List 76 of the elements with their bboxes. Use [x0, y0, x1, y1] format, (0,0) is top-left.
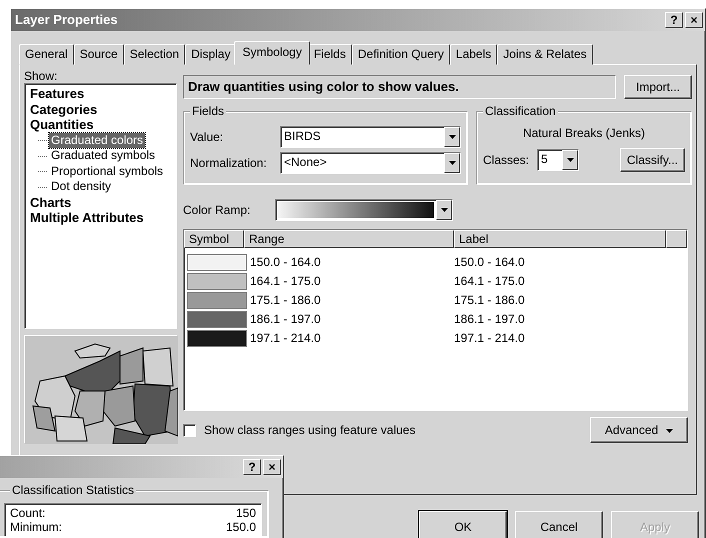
field-label: Normalization:	[190, 156, 268, 170]
tree-connector	[38, 171, 47, 172]
group-label: Classification Statistics	[10, 483, 136, 498]
stat-label: Count:	[10, 506, 46, 520]
classes-dropdown[interactable]: 5	[537, 149, 580, 172]
value-dropdown[interactable]: BIRDS	[280, 126, 461, 148]
color-swatch[interactable]	[187, 273, 247, 290]
tree-item[interactable]: Graduated colors	[49, 132, 146, 148]
color-swatch[interactable]	[187, 292, 247, 309]
stat-label: Minimum:	[10, 520, 62, 534]
table-cell: 197.1 - 214.0	[454, 331, 525, 346]
window-title: Layer Properties	[15, 12, 118, 28]
description-text: Draw quantities using color to show values.	[183, 75, 616, 99]
tree-connector	[38, 140, 47, 142]
stat-value: 150.0	[226, 520, 256, 534]
tab[interactable]: General	[19, 44, 74, 65]
table-cell: 164.1 - 175.0	[454, 274, 525, 289]
tree-item[interactable]: Dot density	[49, 179, 114, 195]
classes-label: Classes:	[483, 153, 530, 168]
dropdown-arrow-icon	[448, 135, 456, 139]
help-button[interactable]: ?	[243, 459, 261, 475]
tab[interactable]: Source	[74, 44, 124, 65]
advanced-button[interactable]: Advanced	[590, 417, 688, 443]
table-cell-text: 150.0 - 164.0	[249, 255, 322, 270]
checkbox[interactable]	[183, 424, 196, 436]
tree-item[interactable]: Quantities	[28, 117, 96, 132]
dropdown-arrow-icon	[448, 161, 456, 165]
dropdown-arrow-icon	[566, 158, 574, 162]
tree-connector	[38, 186, 47, 188]
table-cell-text: 175.1 - 186.0	[249, 293, 322, 308]
close-button[interactable]: ×	[685, 12, 703, 28]
table-cell-text: 186.1 - 197.0	[249, 312, 322, 327]
table-cell: 150.0 - 164.0	[454, 255, 525, 270]
group-label: Fields	[190, 104, 226, 118]
group-label: Classification	[483, 104, 558, 118]
color-swatch[interactable]	[187, 330, 247, 347]
tree-item[interactable]: Charts	[28, 194, 74, 210]
stat-value: 150	[236, 506, 256, 520]
tree-item[interactable]: Categories	[28, 102, 100, 117]
tab[interactable]: Symbology	[234, 40, 310, 65]
tab[interactable]: Selection	[124, 44, 186, 65]
ok-button[interactable]: OK	[419, 511, 507, 538]
color-ramp-dropdown[interactable]	[275, 199, 453, 221]
cancel-button[interactable]: Cancel	[515, 511, 603, 538]
field-label: Value:	[190, 130, 224, 144]
column-header[interactable]	[666, 230, 687, 248]
classification-method: Natural Breaks (Jenks)	[522, 126, 646, 140]
color-swatch[interactable]	[187, 254, 247, 271]
tree-item[interactable]: Graduated symbols	[49, 148, 158, 164]
tree-connector	[38, 156, 47, 157]
tab[interactable]: Joins & Relates	[497, 44, 593, 65]
color-ramp-label: Color Ramp:	[183, 202, 252, 218]
checkbox-label: Show class ranges using feature values	[204, 422, 416, 438]
column-header[interactable]: Range	[244, 230, 454, 248]
tree-item[interactable]: Proportional symbols	[49, 164, 166, 180]
normalization-dropdown[interactable]: <None>	[280, 152, 461, 174]
column-header[interactable]: Label	[454, 230, 666, 248]
tab[interactable]: Labels	[450, 44, 498, 65]
color-swatch[interactable]	[187, 311, 247, 328]
import-button[interactable]: Import...	[624, 75, 692, 99]
table-cell-text: 197.1 - 214.0	[249, 331, 322, 346]
close-button[interactable]: ×	[263, 459, 281, 475]
tree-item[interactable]: Multiple Attributes	[28, 210, 146, 226]
tree-item[interactable]: Features	[28, 86, 86, 102]
table-cell: 186.1 - 197.0	[454, 312, 525, 327]
classify-button[interactable]: Classify...	[620, 148, 685, 172]
tab[interactable]: Fields	[308, 44, 352, 65]
help-button[interactable]: ?	[665, 12, 683, 28]
table-cell: 175.1 - 186.0	[454, 293, 525, 308]
table-cell-text: 164.1 - 175.0	[249, 274, 322, 289]
column-header[interactable]: Symbol	[184, 230, 244, 248]
dropdown-arrow-icon	[440, 208, 448, 212]
tab[interactable]: Display	[185, 44, 236, 65]
tab[interactable]: Definition Query	[352, 44, 450, 65]
show-label: Show:	[24, 69, 58, 84]
caret-icon	[666, 428, 674, 433]
